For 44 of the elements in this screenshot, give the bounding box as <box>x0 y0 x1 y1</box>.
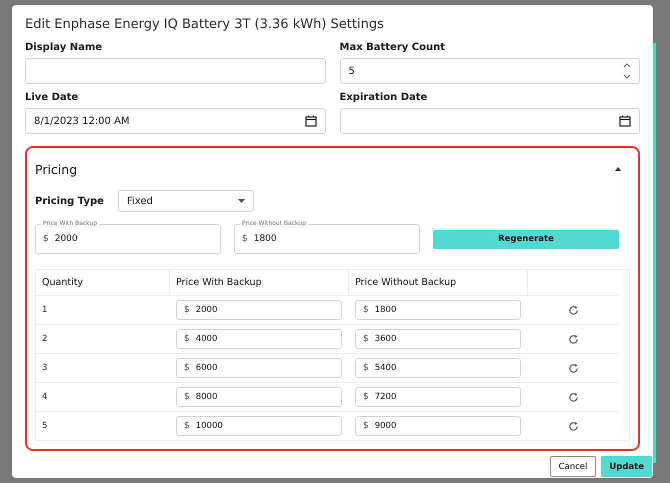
input-field[interactable] <box>25 58 326 84</box>
regenerate-button[interactable]: Regenerate <box>433 230 619 248</box>
quantity-cell: 1 <box>42 305 48 315</box>
spinner-icon[interactable] <box>623 63 631 79</box>
quantity-cell: 2 <box>42 334 48 344</box>
price-field[interactable]: $ 8000 <box>176 387 342 407</box>
field-label: Display Name <box>25 42 104 53</box>
price-field[interactable]: $ 1800 <box>355 300 521 320</box>
scrollbar[interactable] <box>653 43 656 463</box>
collapse-caret-icon[interactable] <box>614 166 622 172</box>
refresh-icon[interactable] <box>568 392 578 402</box>
date-field[interactable] <box>340 108 640 134</box>
refresh-icon[interactable] <box>568 420 578 432</box>
column-header: Price Without Backup <box>355 277 456 288</box>
calendar-icon[interactable] <box>619 115 631 127</box>
column-header: Price With Backup <box>176 277 262 288</box>
refresh-icon[interactable] <box>568 334 578 344</box>
refresh-icon[interactable] <box>568 304 578 316</box>
update-button[interactable]: Update <box>601 456 652 477</box>
quantity-cell: 3 <box>42 363 48 373</box>
price-field[interactable]: $ 10000 <box>176 416 342 436</box>
quantity-cell: 5 <box>42 421 48 431</box>
calendar-icon[interactable] <box>304 115 316 127</box>
refresh-icon[interactable] <box>568 362 578 374</box>
price-field[interactable]: $ 3600 <box>355 329 521 349</box>
price-field[interactable]: $ 2000 <box>176 300 342 320</box>
price-field[interactable]: $ 7200 <box>355 387 521 407</box>
field-label: Live Date <box>25 92 80 103</box>
pricing-type-select[interactable]: Fixed <box>118 190 254 212</box>
input-field[interactable]: 5 <box>340 58 640 84</box>
price-field[interactable]: $ 6000 <box>176 358 342 378</box>
price-field[interactable]: $ 5400 <box>355 358 521 378</box>
date-field[interactable]: 8/1/2023 12:00 AM <box>25 108 326 134</box>
price-field[interactable]: $ 4000 <box>176 329 342 349</box>
field-label: Pricing Type <box>35 196 104 206</box>
section-title: Pricing <box>35 162 78 176</box>
price-field[interactable]: $ 9000 <box>355 416 521 436</box>
dialog-title: Edit Enphase Energy IQ Battery 3T (3.36 kWh) Settings <box>25 17 385 32</box>
dropdown-caret-icon <box>238 199 245 203</box>
cancel-button[interactable]: Cancel <box>550 456 596 477</box>
field-label: Expiration Date <box>340 92 428 103</box>
column-header: Quantity <box>42 277 84 288</box>
field-label: Max Battery Count <box>340 42 446 53</box>
quantity-cell: 4 <box>42 392 48 402</box>
